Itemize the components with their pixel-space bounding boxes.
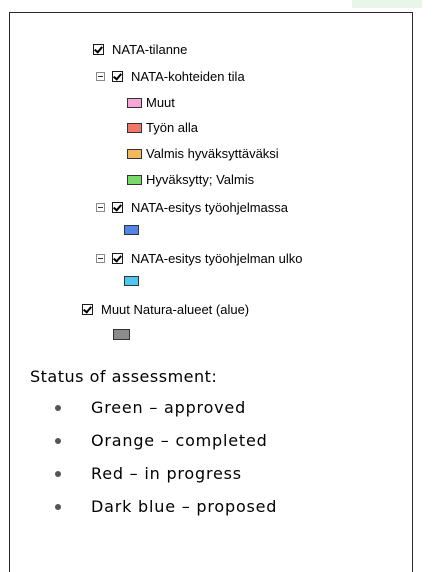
legend-item-hyvaksytty-valmis: Hyväksytty; Valmis — [127, 172, 254, 187]
layer-nata-esitys-tyoohjelmassa: NATA-esitys työohjelmassa — [96, 200, 288, 215]
orange-swatch-icon — [127, 148, 142, 159]
layer-muut-natura-alueet: Muut Natura-alueet (alue) — [82, 302, 249, 317]
status-item-text: Orange – completed — [91, 431, 268, 450]
layer-nata-tilanne: NATA-tilanne — [93, 42, 187, 57]
layer-checkbox[interactable] — [93, 44, 104, 55]
layer-checkbox[interactable] — [112, 253, 123, 264]
layer-label: NATA-kohteiden tila — [131, 69, 245, 84]
legend-item-gray — [113, 329, 130, 340]
legend-item-label: Valmis hyväksyttäväksi — [146, 146, 279, 161]
legend-item-label: Hyväksytty; Valmis — [146, 172, 255, 187]
status-item-text: Green – approved — [91, 398, 247, 417]
collapse-icon[interactable] — [96, 203, 105, 212]
legend-item-cyan — [124, 276, 139, 286]
green-swatch-icon — [127, 174, 142, 185]
status-item: Green – approved — [55, 398, 246, 417]
layer-label: NATA-tilanne — [112, 42, 188, 57]
blue-swatch-icon — [124, 225, 139, 235]
legend-item-tyon-alla: Työn alla — [127, 120, 198, 135]
status-title: Status of assessment: — [30, 367, 218, 386]
collapse-icon[interactable] — [96, 72, 105, 81]
legend-item-valmis-hyvaksyttavaksi: Valmis hyväksyttäväksi — [127, 146, 279, 161]
layer-nata-kohteiden-tila: NATA-kohteiden tila — [96, 69, 245, 84]
layer-label: Muut Natura-alueet (alue) — [101, 302, 250, 317]
layer-checkbox[interactable] — [112, 202, 123, 213]
legend-item-blue — [124, 225, 139, 235]
layer-label: NATA-esitys työohjelmassa — [131, 200, 289, 215]
gray-swatch-icon — [113, 329, 130, 340]
collapse-icon[interactable] — [96, 254, 105, 263]
status-item: Orange – completed — [55, 431, 268, 450]
layer-nata-esitys-tyoohjelman-ulko: NATA-esitys työohjelman ulko — [96, 251, 302, 266]
layer-label: NATA-esitys työohjelman ulko — [131, 251, 303, 266]
legend-item-muut: Muut — [127, 95, 175, 110]
layer-checkbox[interactable] — [82, 304, 93, 315]
layer-checkbox[interactable] — [112, 71, 123, 82]
legend-item-label: Työn alla — [146, 120, 199, 135]
window-corner-decoration — [352, 0, 422, 8]
status-item-text: Red – in progress — [91, 464, 242, 483]
legend-panel — [9, 12, 413, 572]
status-item: Dark blue – proposed — [55, 497, 277, 516]
bullet-icon — [55, 404, 61, 411]
bullet-icon — [55, 437, 61, 444]
pink-swatch-icon — [127, 97, 142, 108]
red-swatch-icon — [127, 122, 142, 133]
legend-item-label: Muut — [146, 95, 175, 110]
status-item: Red – in progress — [55, 464, 242, 483]
bullet-icon — [55, 503, 61, 510]
bullet-icon — [55, 470, 61, 477]
cyan-swatch-icon — [124, 276, 139, 286]
status-item-text: Dark blue – proposed — [91, 497, 278, 516]
